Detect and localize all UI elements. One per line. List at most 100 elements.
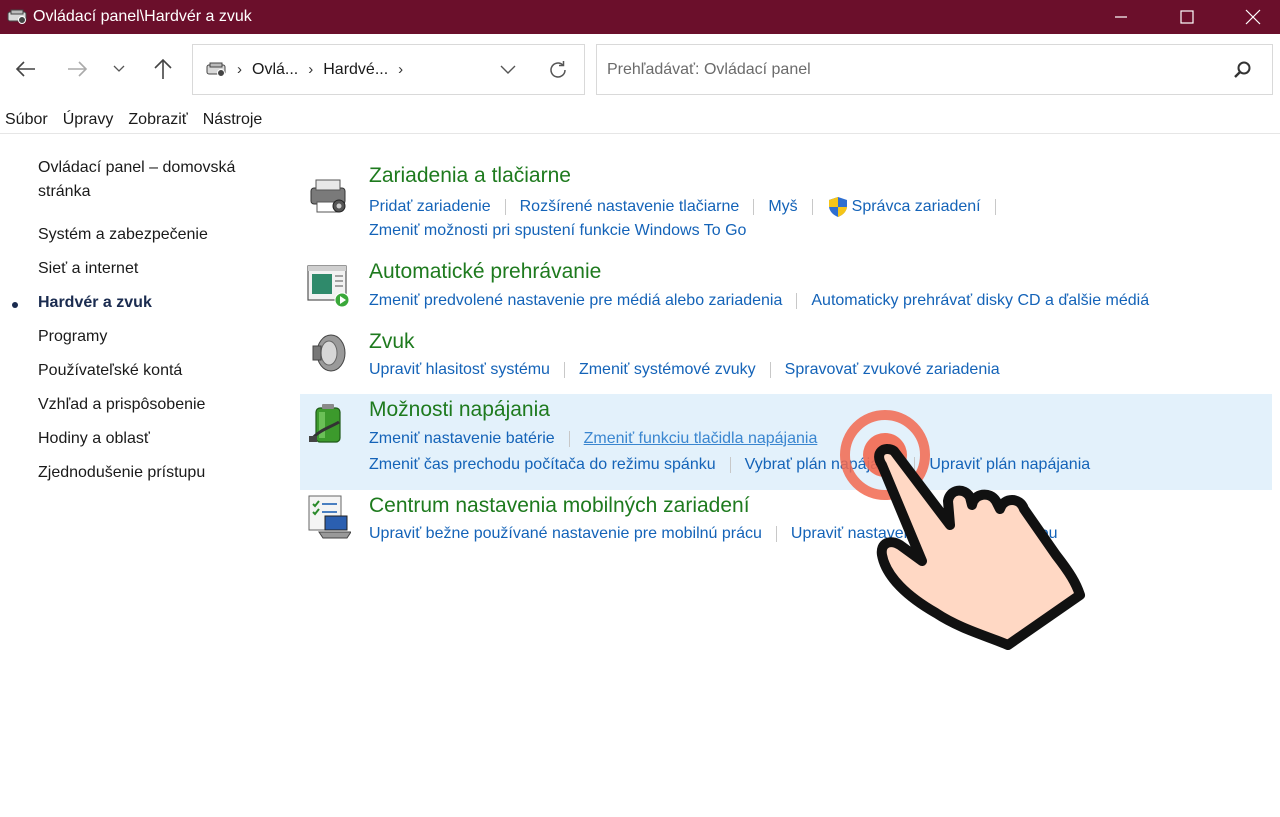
nav-item-hardware-sound[interactable]: Hardvér a zvuk: [12, 294, 152, 312]
search-box[interactable]: [596, 44, 1273, 95]
refresh-icon: [550, 61, 566, 78]
address-bar[interactable]: › Ovlá... › Hardvé... ›: [192, 44, 585, 95]
section-devices-printers: Zariadenia a tlačiarne Pridať zariadenie…: [300, 160, 1272, 250]
section-links-row: Pridať zariadenie Rozšírené nastavenie t…: [369, 196, 1010, 218]
menu-edit[interactable]: Úpravy: [63, 111, 114, 129]
link-divider: [914, 457, 916, 473]
chevron-down-icon: [113, 65, 125, 72]
section-links-row: Zmeniť čas prechodu počítača do režimu s…: [369, 456, 1090, 474]
nav-item-system-security[interactable]: Systém a zabezpečenie: [38, 226, 208, 244]
section-links-row: Zmeniť nastavenie batérie Zmeniť funkciu…: [369, 430, 817, 448]
close-button[interactable]: [1220, 0, 1280, 34]
speaker-icon: [312, 334, 346, 372]
refresh-button[interactable]: [545, 57, 571, 83]
link-divider: [811, 199, 813, 215]
shield-icon: [828, 197, 847, 217]
link-manage-audio-devices[interactable]: Spravovať zvukové zariadenia: [785, 361, 1000, 379]
section-autoplay: Automatické prehrávanie Zmeniť predvolen…: [300, 256, 1272, 318]
section-title[interactable]: Centrum nastavenia mobilných zariadení: [369, 494, 750, 518]
link-choose-power-plan[interactable]: Vybrať plán napájania: [745, 456, 901, 474]
section-title[interactable]: Možnosti napájania: [369, 398, 550, 422]
link-change-battery-settings[interactable]: Zmeniť nastavenie batérie: [369, 430, 555, 448]
link-change-default-media[interactable]: Zmeniť predvolené nastavenie pre médiá a…: [369, 292, 782, 310]
navigation-bar: › Ovlá... › Hardvé... ›: [0, 34, 1280, 104]
menu-file[interactable]: Súbor: [5, 111, 48, 129]
link-adjust-volume[interactable]: Upraviť hlasitosť systému: [369, 361, 550, 379]
section-title[interactable]: Automatické prehrávanie: [369, 260, 601, 284]
nav-item-network-internet[interactable]: Sieť a internet: [38, 260, 138, 278]
search-input[interactable]: [607, 60, 1207, 79]
link-divider: [769, 362, 771, 378]
link-divider: [504, 199, 506, 215]
search-icon[interactable]: [1232, 59, 1254, 81]
section-links-row: Upraviť hlasitosť systému Zmeniť systémo…: [369, 361, 1000, 379]
section-title[interactable]: Zvuk: [369, 330, 415, 354]
breadcrumb-separator: ›: [237, 61, 242, 78]
control-panel-icon: [7, 9, 27, 24]
arrow-left-icon: [15, 61, 35, 77]
maximize-icon: [1180, 10, 1194, 24]
section-links-row: Zmeniť predvolené nastavenie pre médiá a…: [369, 292, 1149, 310]
link-divider: [753, 199, 755, 215]
address-history-dropdown[interactable]: [496, 58, 520, 82]
link-divider: [729, 457, 731, 473]
left-navigation: Ovládací panel – domovská stránka Systém…: [12, 156, 278, 481]
up-button[interactable]: [148, 54, 178, 84]
breadcrumb-control-panel[interactable]: Ovlá...: [252, 61, 298, 79]
section-sound: Zvuk Upraviť hlasitosť systému Zmeniť sy…: [300, 326, 1272, 388]
title-bar: Ovládací panel\Hardvér a zvuk: [0, 0, 1280, 34]
link-adjust-presentation-settings[interactable]: Upraviť nastavenie pred prezentáciou: [791, 525, 1058, 543]
link-change-power-button[interactable]: Zmeniť funkciu tlačidla napájania: [584, 430, 818, 448]
window-title: Ovládací panel\Hardvér a zvuk: [33, 8, 252, 25]
link-mouse[interactable]: Myš: [768, 198, 797, 216]
minimize-icon: [1115, 16, 1127, 18]
nav-item-clock-region[interactable]: Hodiny a oblasť: [38, 430, 150, 448]
section-mobility-center: Centrum nastavenia mobilných zariadení U…: [300, 490, 1272, 552]
forward-button[interactable]: [62, 54, 92, 84]
section-power-options: Možnosti napájania Zmeniť nastavenie bat…: [300, 394, 1272, 490]
menu-view[interactable]: Zobraziť: [128, 111, 187, 129]
nav-item-user-accounts[interactable]: Používateľské kontá: [38, 362, 182, 380]
link-edit-power-plan[interactable]: Upraviť plán napájania: [929, 456, 1090, 474]
menu-bar: Súbor Úpravy Zobraziť Nástroje: [0, 106, 1280, 134]
maximize-button[interactable]: [1154, 0, 1220, 34]
link-add-device[interactable]: Pridať zariadenie: [369, 198, 491, 216]
breadcrumb-separator[interactable]: ›: [398, 61, 403, 78]
recent-locations-button[interactable]: [104, 54, 134, 84]
link-change-sleep-time[interactable]: Zmeniť čas prechodu počítača do režimu s…: [369, 456, 716, 474]
mobility-center-icon: [308, 495, 351, 539]
link-windows-to-go[interactable]: Zmeniť možnosti pri spustení funkcie Win…: [369, 222, 746, 240]
control-panel-home-link[interactable]: Ovládací panel – domovská stránka: [38, 156, 268, 204]
link-advanced-printer-setup[interactable]: Rozšírené nastavenie tlačiarne: [520, 198, 740, 216]
printer-icon: [310, 179, 346, 213]
nav-item-programs[interactable]: Programy: [38, 328, 107, 346]
nav-item-label: Hardvér a zvuk: [38, 294, 152, 311]
arrow-up-icon: [154, 58, 172, 79]
chevron-down-icon: [500, 65, 516, 74]
back-button[interactable]: [11, 54, 41, 84]
current-page-bullet: [12, 302, 18, 308]
battery-icon: [309, 404, 341, 443]
close-icon: [1245, 9, 1261, 25]
breadcrumb-separator: ›: [308, 61, 314, 78]
menu-tools[interactable]: Nástroje: [203, 111, 263, 129]
nav-item-appearance[interactable]: Vzhľad a prispôsobenie: [38, 396, 205, 414]
nav-item-ease-of-access[interactable]: Zjednodušenie prístupu: [38, 464, 205, 482]
link-divider: [568, 431, 570, 447]
link-device-manager[interactable]: Správca zariadení: [852, 198, 981, 216]
section-title[interactable]: Zariadenia a tlačiarne: [369, 164, 571, 188]
minimize-button[interactable]: [1088, 0, 1154, 34]
link-change-system-sounds[interactable]: Zmeniť systémové zvuky: [579, 361, 756, 379]
link-divider: [563, 362, 565, 378]
autoplay-icon: [307, 265, 350, 308]
section-links-row: Zmeniť možnosti pri spustení funkcie Win…: [369, 222, 746, 240]
link-autoplay-cds[interactable]: Automaticky prehrávať disky CD a ďalšie …: [811, 292, 1149, 310]
section-links-row: Upraviť bežne používané nastavenie pre m…: [369, 525, 1058, 543]
control-panel-icon: [206, 62, 226, 77]
link-divider: [994, 199, 996, 215]
breadcrumb-hardware-sound[interactable]: Hardvé...: [323, 61, 388, 79]
link-adjust-mobility-settings[interactable]: Upraviť bežne používané nastavenie pre m…: [369, 525, 762, 543]
arrow-right-icon: [68, 61, 88, 77]
link-divider: [775, 526, 777, 542]
link-divider: [796, 293, 798, 309]
